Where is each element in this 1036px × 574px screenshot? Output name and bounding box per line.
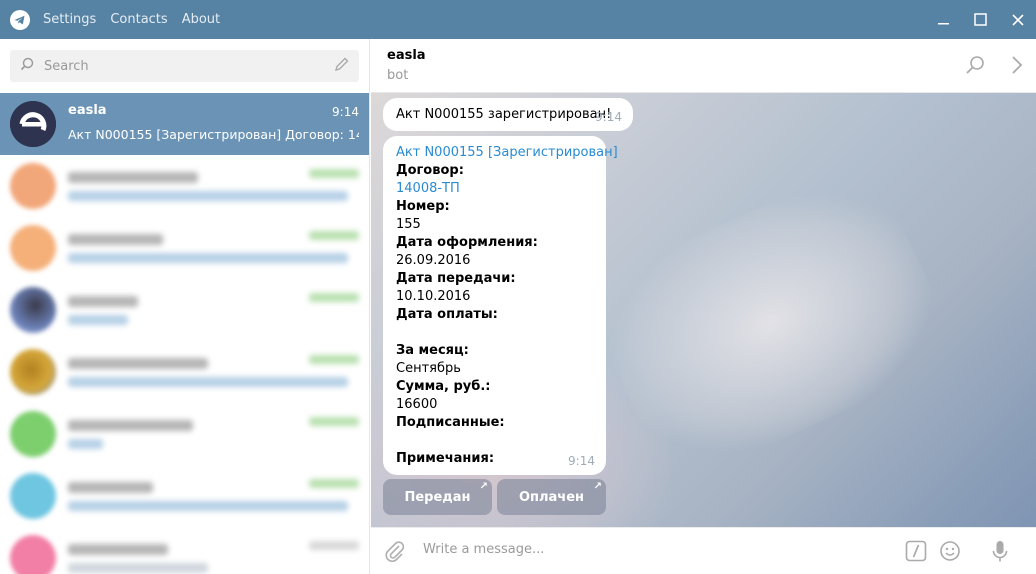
bot-commands-icon[interactable] xyxy=(905,540,927,566)
minimize-icon[interactable] xyxy=(925,0,962,39)
list-item[interactable] xyxy=(0,403,369,465)
close-icon[interactable] xyxy=(999,0,1036,39)
menu-contacts[interactable]: Contacts xyxy=(110,12,167,27)
field-label: Договор: xyxy=(396,163,464,178)
chevron-right-icon[interactable] xyxy=(1011,55,1023,79)
field-label: За месяц: xyxy=(396,343,469,358)
field-label: Дата передачи: xyxy=(396,271,516,286)
message-time: 9:14 xyxy=(595,110,622,124)
avatar xyxy=(10,473,56,519)
search-icon[interactable] xyxy=(965,55,985,79)
field-label: Номер: xyxy=(396,199,450,214)
field-label: Подписанные: xyxy=(396,415,505,430)
emoji-icon[interactable] xyxy=(939,540,961,566)
attach-icon[interactable] xyxy=(384,540,406,566)
field-value: Сентябрь xyxy=(396,361,461,376)
act-link[interactable]: Акт N000155 xyxy=(396,145,484,160)
list-item[interactable] xyxy=(0,527,369,574)
message-input[interactable] xyxy=(423,542,883,557)
arrow-up-right-icon: ↗ xyxy=(479,481,488,492)
message-time: 9:14 xyxy=(568,454,595,468)
menu-about[interactable]: About xyxy=(182,12,220,27)
search-icon xyxy=(20,57,34,75)
avatar xyxy=(10,163,56,209)
arrow-up-right-icon: ↗ xyxy=(593,481,602,492)
chat-name: easla xyxy=(68,103,107,118)
avatar xyxy=(10,411,56,457)
menu-settings[interactable]: Settings xyxy=(43,12,96,27)
button-label: Передан xyxy=(404,489,471,505)
peer-name[interactable]: easla xyxy=(387,48,426,63)
avatar xyxy=(10,349,56,395)
inline-button-peredan[interactable]: Передан ↗ xyxy=(383,479,492,515)
compose-pencil-icon[interactable] xyxy=(334,57,349,76)
avatar xyxy=(10,101,56,147)
inline-button-oplachen[interactable]: Оплачен ↗ xyxy=(497,479,606,515)
message-text: Акт N000155 зарегистрирован! xyxy=(396,107,612,122)
field-value xyxy=(396,324,593,342)
field-label: Примечания: xyxy=(396,451,495,466)
title-bar: Settings Contacts About xyxy=(0,0,1036,39)
field-label: Сумма, руб.: xyxy=(396,379,491,394)
field-value: 26.09.2016 xyxy=(396,253,471,268)
maximize-icon[interactable] xyxy=(962,0,999,39)
list-item[interactable] xyxy=(0,341,369,403)
search-bar xyxy=(0,39,369,93)
bracket-close: ] xyxy=(612,145,618,160)
avatar xyxy=(10,535,56,574)
chat-time: 9:14 xyxy=(332,105,359,119)
field-value: 10.10.2016 xyxy=(396,289,471,304)
bracket-open: [ xyxy=(483,145,494,160)
button-label: Оплачен xyxy=(518,489,585,505)
compose-bar xyxy=(371,527,1036,574)
chat-item-easla[interactable]: easla Акт N000155 [Зарегистрирован] Дого… xyxy=(0,93,369,155)
peer-status: bot xyxy=(387,68,409,83)
list-item[interactable] xyxy=(0,217,369,279)
chat-preview: Акт N000155 [Зарегистрирован] Договор: 1… xyxy=(68,127,359,142)
chat-list-panel: easla Акт N000155 [Зарегистрирован] Дого… xyxy=(0,39,370,574)
telegram-logo-icon xyxy=(10,9,30,30)
avatar xyxy=(10,225,56,271)
message-area: Акт N000155 зарегистрирован! 9:14 Акт N0… xyxy=(371,93,1036,527)
microphone-icon[interactable] xyxy=(991,540,1009,568)
status-link[interactable]: Зарегистрирован xyxy=(493,145,613,160)
field-value: 155 xyxy=(396,217,421,232)
list-item[interactable] xyxy=(0,155,369,217)
avatar xyxy=(10,287,56,333)
list-item[interactable] xyxy=(0,279,369,341)
field-label: Дата оформления: xyxy=(396,235,538,250)
search-box[interactable] xyxy=(10,50,359,82)
message-bubble: Акт N000155 зарегистрирован! 9:14 xyxy=(383,98,633,131)
field-label: Дата оплаты: xyxy=(396,307,498,322)
search-input[interactable] xyxy=(44,58,334,74)
chat-header: easla bot xyxy=(371,39,1036,93)
list-item[interactable] xyxy=(0,465,369,527)
contract-link[interactable]: 14008-ТП xyxy=(396,180,593,198)
field-value xyxy=(396,432,593,450)
message-bubble: Акт N000155 [Зарегистрирован] Договор: 1… xyxy=(383,136,618,475)
field-value: 16600 xyxy=(396,397,438,412)
